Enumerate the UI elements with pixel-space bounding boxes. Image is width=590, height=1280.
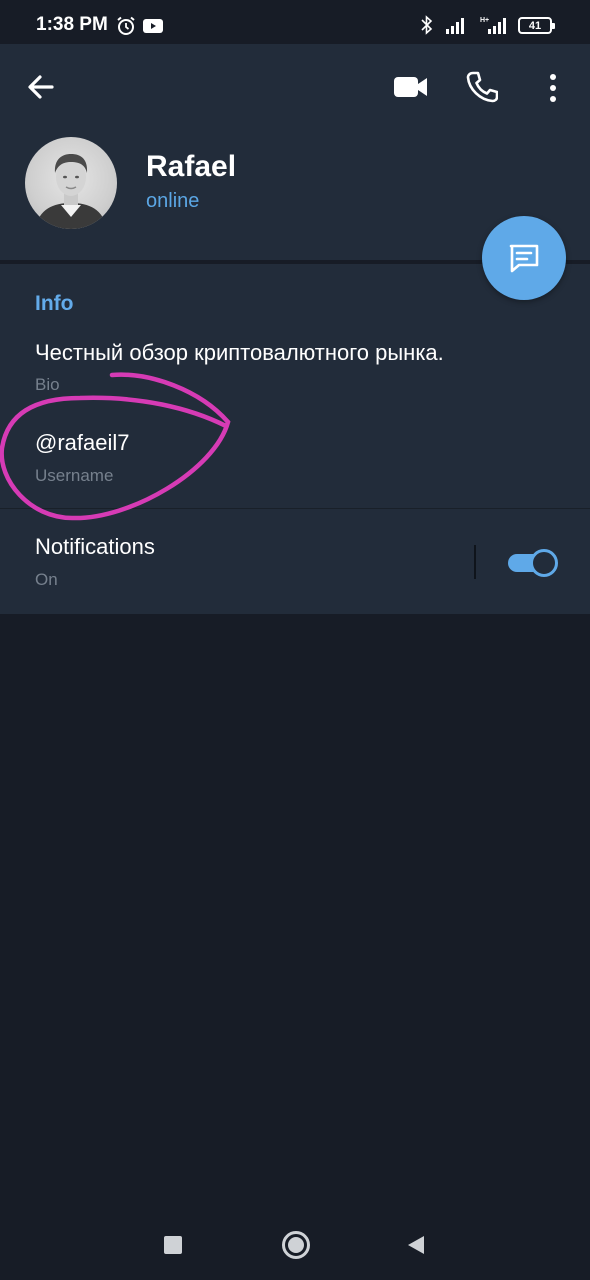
call-button[interactable] xyxy=(466,70,499,104)
username-label: Username xyxy=(35,466,114,485)
video-call-button[interactable] xyxy=(392,72,430,102)
signal-icon xyxy=(446,16,468,39)
battery-icon: 41 xyxy=(518,17,555,34)
send-message-button[interactable] xyxy=(482,216,566,300)
notifications-row[interactable]: Notifications On xyxy=(0,509,590,614)
notifications-label: Notifications xyxy=(35,534,155,559)
home-icon[interactable] xyxy=(282,1231,310,1259)
bio-value[interactable]: Честный обзор криптовалютного рынка. xyxy=(35,340,444,366)
youtube-icon xyxy=(143,18,163,39)
status-bar: 1:38 PM H+ 41 xyxy=(0,0,590,44)
username-value[interactable]: @rafaeil7 xyxy=(35,430,130,456)
status-time: 1:38 PM xyxy=(36,14,108,35)
system-nav-bar xyxy=(0,1210,590,1280)
video-call-icon xyxy=(394,77,427,97)
info-section: Info Честный обзор криптовалютного рынка… xyxy=(0,264,590,614)
svg-text:H+: H+ xyxy=(480,17,489,24)
toggle-thumb xyxy=(530,549,558,577)
info-section-title: Info xyxy=(35,292,74,315)
bio-label: Bio xyxy=(35,375,60,394)
back-button[interactable] xyxy=(24,70,58,104)
bluetooth-icon xyxy=(420,15,434,40)
back-arrow-icon xyxy=(28,75,54,99)
phone-icon xyxy=(466,71,499,103)
notifications-toggle[interactable] xyxy=(508,549,558,577)
more-options-button[interactable] xyxy=(544,72,562,104)
more-vert-icon xyxy=(550,74,556,102)
message-icon xyxy=(509,244,539,273)
avatar[interactable] xyxy=(25,137,117,229)
back-icon[interactable] xyxy=(406,1234,426,1261)
alarm-icon xyxy=(116,16,136,41)
signal-hplus-icon: H+ xyxy=(480,16,510,39)
profile-status: online xyxy=(146,190,200,212)
notifications-value: On xyxy=(35,570,58,589)
profile-name: Rafael xyxy=(146,150,237,183)
recents-icon[interactable] xyxy=(164,1236,182,1254)
vertical-divider xyxy=(474,545,476,579)
